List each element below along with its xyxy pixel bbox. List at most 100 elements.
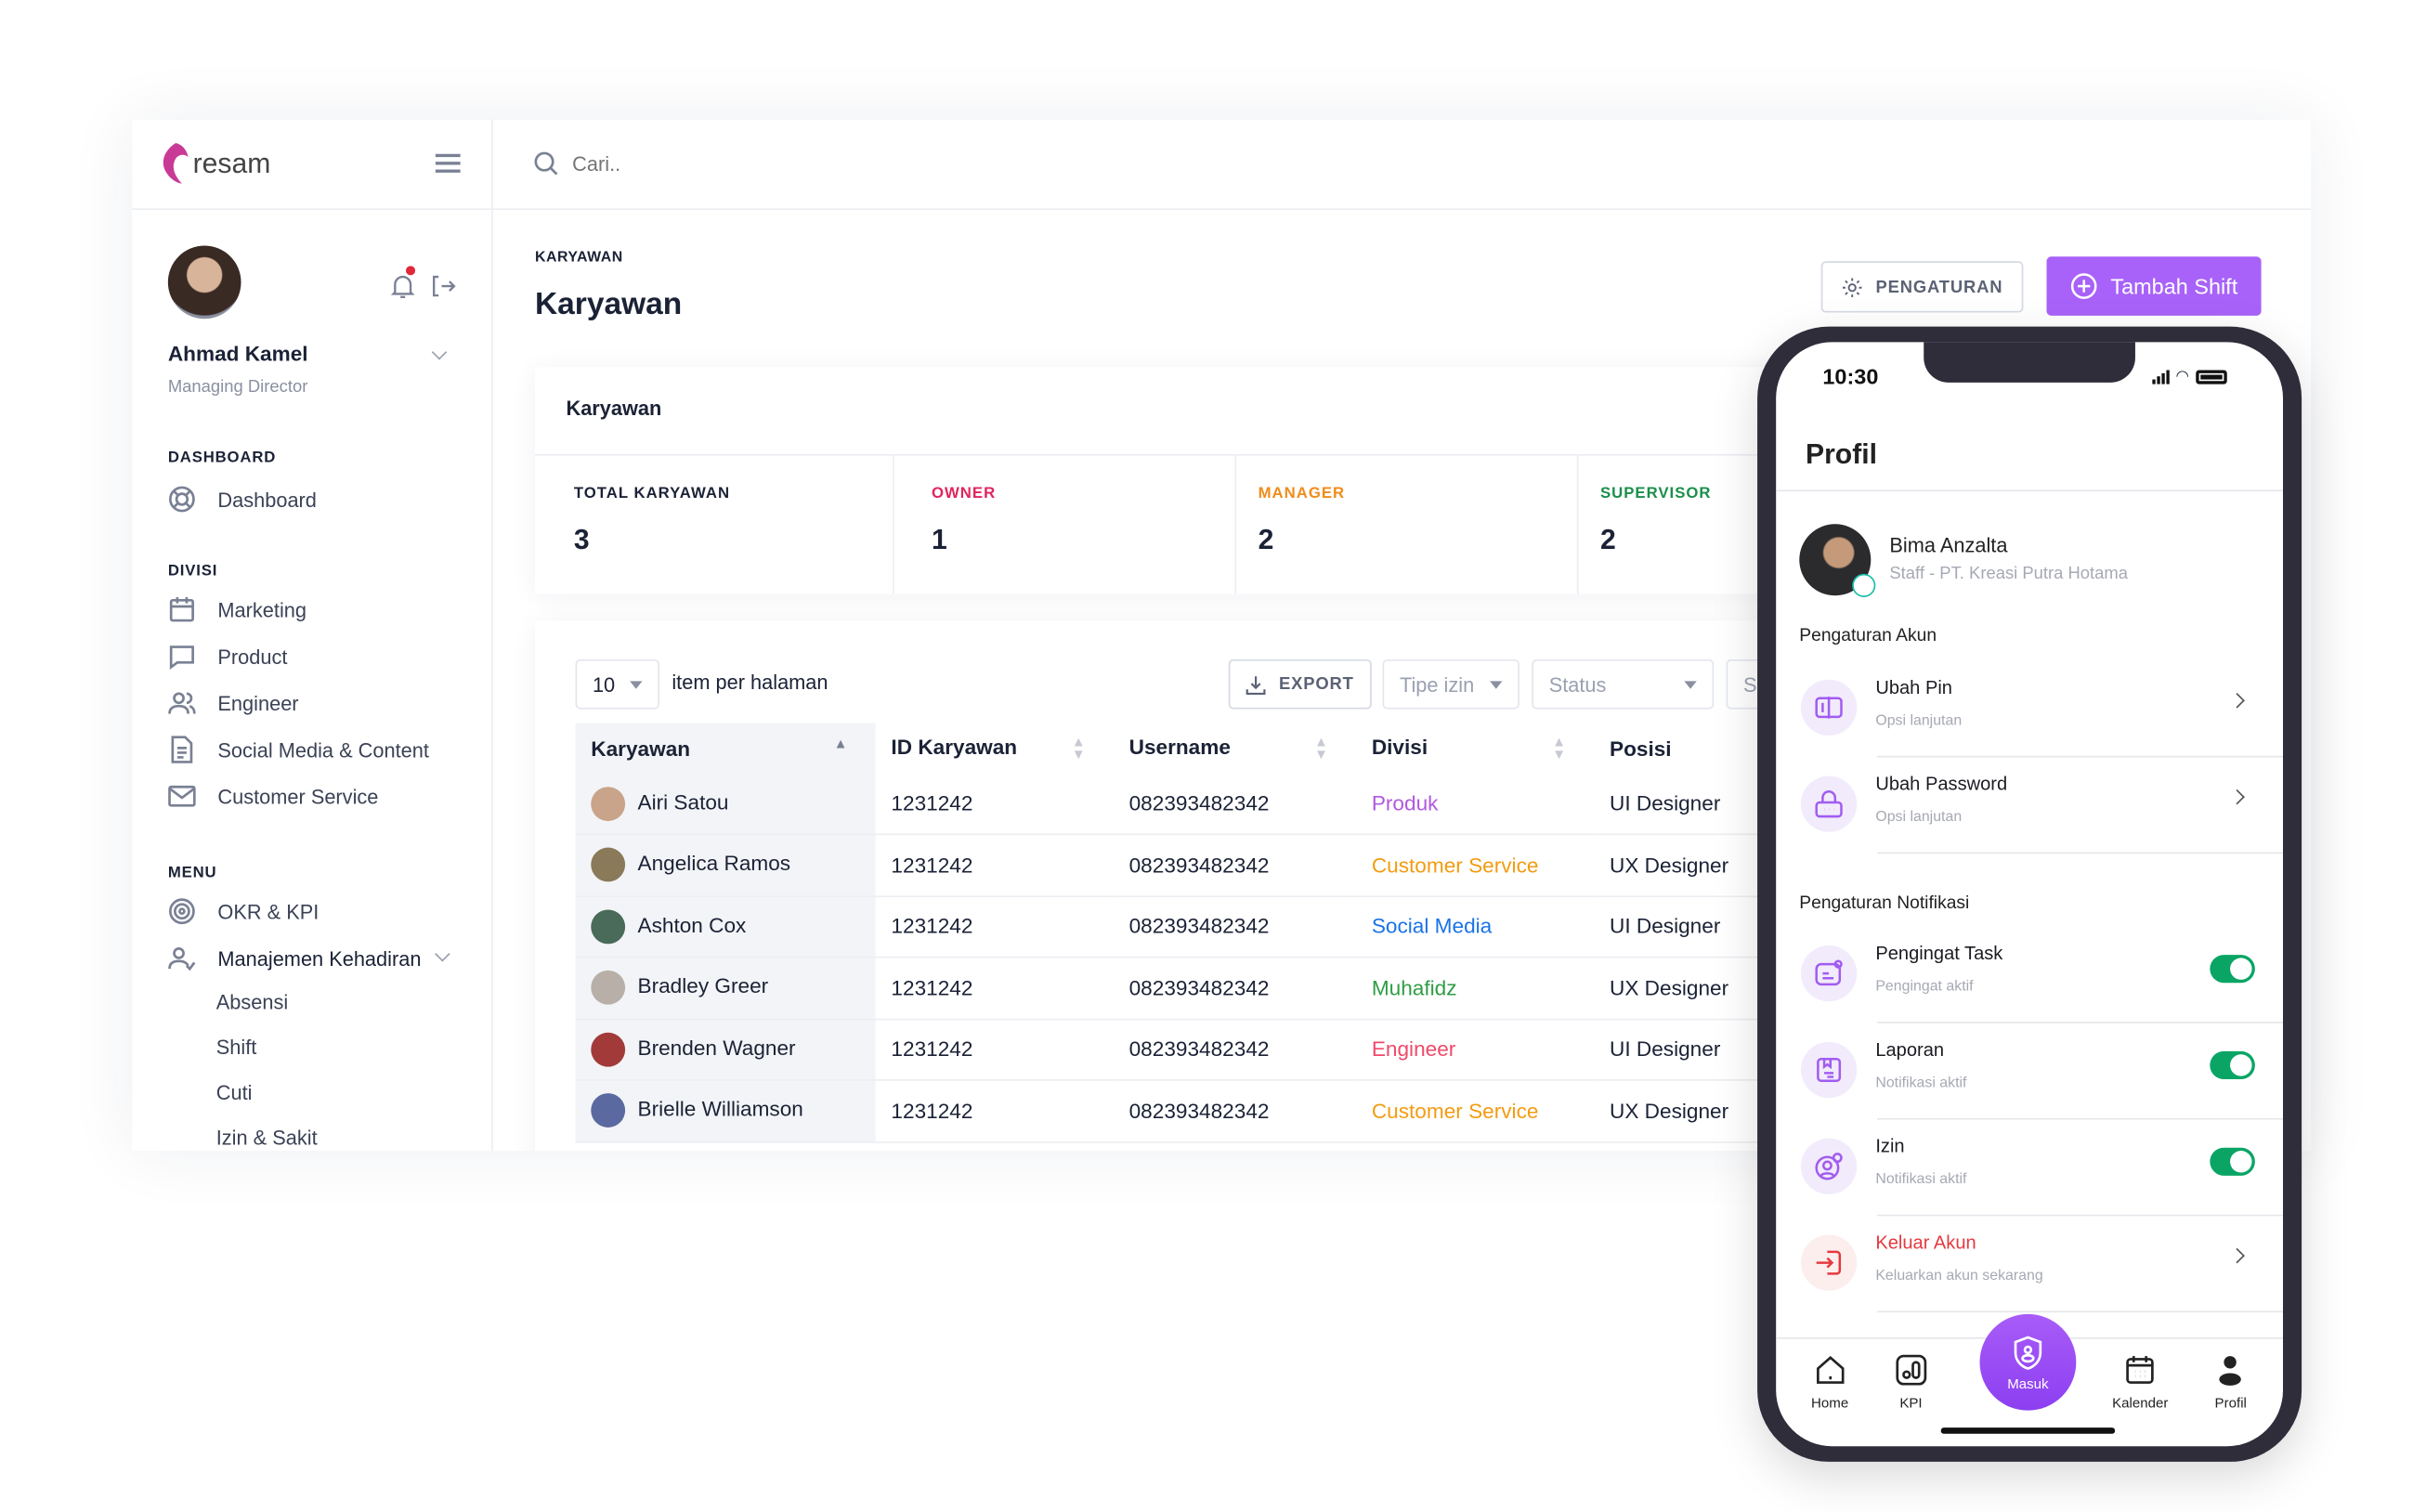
home-indicator	[1940, 1427, 2116, 1434]
section-dashboard: DASHBOARD	[167, 449, 277, 467]
bell-icon[interactable]	[390, 266, 416, 308]
cell-username: 082393482342	[1113, 773, 1357, 836]
item-subtitle: Keluarkan akun sekarang	[1875, 1267, 2043, 1285]
calendar-icon	[2126, 1356, 2155, 1384]
battery-icon	[2195, 370, 2227, 385]
sidebar-item-kehadiran[interactable]: Manajemen Kehadiran	[168, 944, 422, 971]
page-title: Karyawan	[534, 287, 683, 322]
status-select[interactable]: Status	[1532, 658, 1715, 710]
item-title: Ubah Password	[1875, 773, 2008, 795]
page-size-select[interactable]: 10	[575, 658, 659, 710]
toggle-switch[interactable]	[2210, 1147, 2255, 1176]
target-icon	[169, 898, 195, 925]
phone-screen: 10:30 ◠ Profil Bima Anzalta Staff - PT. …	[1776, 342, 2284, 1447]
item-title: Laporan	[1875, 1038, 1945, 1061]
download-icon	[1246, 675, 1267, 695]
column-header-username[interactable]: Username ▲ ▼	[1114, 723, 1356, 774]
submenu-absensi[interactable]: Absensi	[216, 991, 288, 1014]
logout-icon[interactable]	[431, 274, 456, 306]
sidebar-item-label: Marketing	[217, 597, 307, 621]
button-label: PENGATURAN	[1875, 277, 2003, 296]
sort-icon: ▲ ▼	[1552, 734, 1567, 763]
sidebar-item-customer-service[interactable]: Customer Service	[168, 782, 379, 810]
menu-toggle-icon[interactable]	[435, 153, 461, 173]
menu-ubah-pin[interactable]: Ubah Pin Opsi lanjutan	[1800, 661, 2284, 758]
document-icon	[171, 736, 193, 763]
table-row[interactable]: Airi Satou 1231242 082393482342 Produk U…	[575, 773, 1820, 836]
brand-logo[interactable]: resam	[160, 141, 270, 185]
notif-pengingat-task: Pengingat Task Pengingat aktif	[1800, 927, 2284, 1023]
avatar	[591, 909, 626, 944]
stat-total: TOTAL KARYAWAN 3	[573, 485, 731, 555]
cell-name: Ashton Cox	[575, 895, 876, 958]
screen-title: Profil	[1805, 438, 1878, 470]
tab-home[interactable]: Home	[1811, 1353, 1848, 1411]
item-title: Pengingat Task	[1875, 942, 2003, 965]
user-check-icon	[168, 947, 196, 971]
column-header-divisi[interactable]: Divisi ▲ ▼	[1356, 723, 1594, 774]
toggle-switch[interactable]	[2210, 1050, 2255, 1080]
sidebar-item-okr[interactable]: OKR & KPI	[168, 897, 319, 925]
add-shift-button[interactable]: Tambah Shift	[2046, 256, 2262, 316]
cell-divisi: Engineer	[1356, 1018, 1595, 1081]
item-title: Ubah Pin	[1875, 676, 1952, 698]
menu-ubah-password[interactable]: Ubah Password Opsi lanjutan	[1800, 757, 2284, 854]
cell-username: 082393482342	[1113, 834, 1357, 897]
tab-kalender[interactable]: Kalender	[2112, 1353, 2168, 1411]
phone-mockup: 10:30 ◠ Profil Bima Anzalta Staff - PT. …	[1757, 326, 2302, 1462]
signal-icon	[2152, 370, 2170, 385]
sidebar-item-engineer[interactable]: Engineer	[168, 689, 299, 717]
settings-button[interactable]: PENGATURAN	[1820, 261, 2024, 313]
sort-asc-icon: ▲	[833, 735, 848, 750]
pin-icon	[1800, 679, 1858, 736]
submenu-izin-sakit[interactable]: Izin & Sakit	[216, 1126, 318, 1149]
sidebar-item-social-media[interactable]: Social Media & Content	[168, 736, 429, 763]
chevron-down-icon[interactable]	[431, 344, 448, 360]
toggle-switch[interactable]	[2210, 955, 2255, 984]
gear-icon	[1843, 277, 1862, 297]
profile-subtitle: Staff - PT. Kreasi Putra Hotama	[1889, 564, 2128, 583]
chevron-right-icon	[2229, 789, 2245, 805]
chat-icon	[169, 645, 194, 670]
submenu-cuti[interactable]: Cuti	[216, 1081, 253, 1104]
sidebar-item-marketing[interactable]: Marketing	[168, 595, 307, 623]
cell-name: Bradley Greer	[575, 957, 876, 1020]
table-row[interactable]: Brielle Williamson 1231242 082393482342 …	[575, 1079, 1820, 1142]
sidebar-item-label: Dashboard	[217, 487, 317, 512]
sidebar-item-label: OKR & KPI	[217, 899, 320, 923]
cell-username: 082393482342	[1113, 1018, 1357, 1081]
cell-divisi: Customer Service	[1356, 1079, 1595, 1142]
user-role: Managing Director	[167, 377, 308, 397]
avatar[interactable]	[167, 245, 241, 319]
column-header-karyawan[interactable]: Karyawan ▲	[575, 723, 876, 774]
tab-masuk[interactable]: Masuk	[1979, 1313, 2077, 1411]
sidebar-item-label: Customer Service	[217, 784, 379, 808]
phone-notch	[1924, 342, 2135, 383]
permit-type-select[interactable]: Tipe izin	[1382, 658, 1520, 710]
cell-name: Brielle Williamson	[575, 1079, 876, 1142]
tab-kpi[interactable]: KPI	[1894, 1353, 1928, 1411]
cell-divisi: Muhafidz	[1356, 957, 1595, 1020]
avatar	[591, 1032, 626, 1067]
table-row[interactable]: Bradley Greer 1231242 082393482342 Muhaf…	[575, 957, 1820, 1020]
chevron-down-icon[interactable]	[435, 945, 450, 962]
export-button[interactable]: EXPORT	[1228, 658, 1372, 710]
search-input[interactable]	[572, 146, 1194, 181]
table-row[interactable]: Angelica Ramos 1231242 082393482342 Cust…	[575, 834, 1820, 897]
profile-avatar[interactable]	[1799, 524, 1876, 597]
column-header-id[interactable]: ID Karyawan ▲ ▼	[876, 723, 1114, 774]
sidebar-item-dashboard[interactable]: Dashboard	[168, 485, 317, 513]
stats-card: Karyawan TOTAL KARYAWAN 3 OWNER 1 MANAGER 2…	[534, 367, 1780, 594]
home-icon	[1816, 1355, 1844, 1384]
tab-profil[interactable]: Profil	[2213, 1353, 2248, 1411]
cell-name: Brenden Wagner	[575, 1018, 876, 1081]
table-row[interactable]: Ashton Cox 1231242 082393482342 Social M…	[575, 895, 1820, 958]
logout-item[interactable]: Keluar Akun Keluarkan akun sekarang	[1800, 1216, 2284, 1313]
sidebar-item-product[interactable]: Product	[168, 643, 287, 671]
submenu-shift[interactable]: Shift	[216, 1036, 257, 1059]
table-row[interactable]: Brenden Wagner 1231242 082393482342 Engi…	[575, 1018, 1820, 1081]
chart-icon	[1896, 1354, 1926, 1386]
search-icon	[533, 150, 558, 183]
user-name: Ahmad Kamel	[167, 342, 308, 366]
person-icon	[2220, 1356, 2242, 1386]
